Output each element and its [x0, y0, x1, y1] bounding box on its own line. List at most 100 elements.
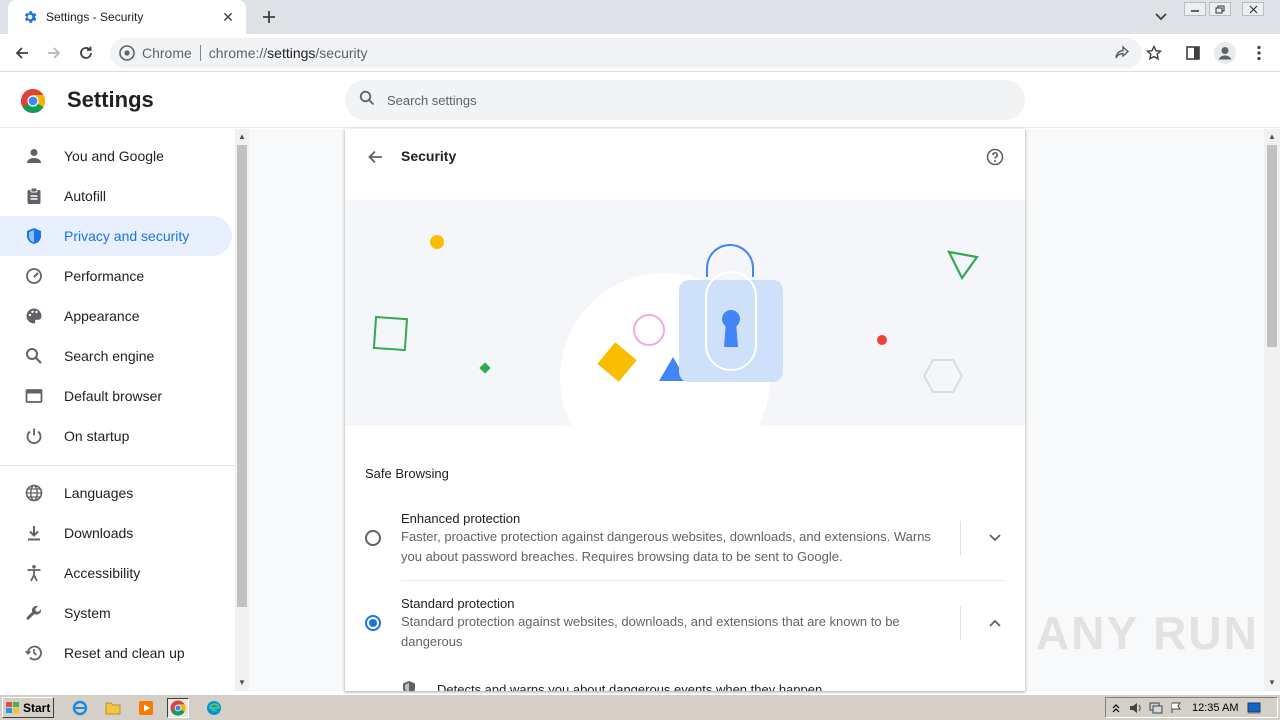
- sidebar-scrollbar[interactable]: ▲ ▼: [235, 129, 249, 691]
- sidebar-item-system[interactable]: System: [0, 593, 232, 633]
- browser-toolbar: Chrome chrome://settings/security: [0, 34, 1280, 72]
- search-input[interactable]: [387, 92, 987, 108]
- watermark: ANY RUN: [1036, 607, 1259, 659]
- tab-search-button[interactable]: [1151, 7, 1171, 27]
- tray-expand-icon[interactable]: [1106, 699, 1126, 717]
- sidebar-item-autofill[interactable]: Autofill: [0, 176, 232, 216]
- scroll-up-arrow-icon[interactable]: ▲: [1264, 131, 1280, 143]
- sidebar-item-search-engine[interactable]: Search engine: [0, 336, 232, 376]
- reload-icon: [80, 46, 92, 59]
- scroll-down-arrow-icon[interactable]: ▼: [235, 677, 249, 689]
- standard-detail-text: Detects and warns you about dangerous ev…: [437, 682, 823, 691]
- chrome-taskbar-icon[interactable]: [167, 698, 189, 718]
- help-button[interactable]: [983, 145, 1007, 169]
- main-scrollbar[interactable]: ▲ ▼: [1264, 129, 1280, 691]
- minimize-icon: [1191, 10, 1199, 12]
- forward-button[interactable]: [42, 41, 66, 65]
- network-icon[interactable]: [1146, 699, 1166, 717]
- help-icon: [986, 148, 1004, 166]
- restore-icon: [1215, 5, 1225, 13]
- arrow-right-icon: [48, 47, 61, 59]
- option-title: Standard protection: [401, 596, 515, 611]
- address-bar[interactable]: Chrome chrome://settings/security: [110, 38, 1142, 68]
- sidebar-item-reset-and-clean-up[interactable]: Reset and clean up: [0, 633, 232, 673]
- minimize-button[interactable]: [1184, 2, 1206, 16]
- sidebar-item-label: Accessibility: [64, 565, 141, 581]
- sidebar-item-label: Downloads: [64, 525, 134, 541]
- collapse-standard-button[interactable]: [983, 611, 1007, 635]
- omnibox-divider: [199, 45, 201, 61]
- search-icon: [359, 90, 375, 111]
- option-title: Enhanced protection: [401, 511, 521, 526]
- side-panel-icon: [1186, 46, 1200, 60]
- chrome-logo-icon: [20, 88, 46, 114]
- action-center-flag-icon[interactable]: [1166, 699, 1186, 717]
- origin-chip: Chrome: [142, 45, 192, 61]
- page-title: Settings: [67, 87, 154, 112]
- sidebar-item-label: You and Google: [64, 148, 164, 164]
- new-tab-button[interactable]: [258, 6, 280, 28]
- sidebar-item-privacy-and-security[interactable]: Privacy and security: [0, 216, 232, 256]
- expand-enhanced-button[interactable]: [983, 526, 1007, 550]
- sidebar-item-label: Autofill: [64, 188, 107, 204]
- sidebar-item-on-startup[interactable]: On startup: [0, 416, 232, 456]
- profile-button[interactable]: [1213, 41, 1237, 65]
- sidebar-item-languages[interactable]: Languages: [0, 473, 232, 513]
- share-button[interactable]: [1111, 42, 1133, 64]
- sidebar-item-accessibility[interactable]: Accessibility: [0, 553, 232, 593]
- windows-logo-icon: [6, 701, 20, 714]
- standard-protection-radio[interactable]: [365, 615, 381, 631]
- volume-icon[interactable]: [1126, 699, 1146, 717]
- avatar-icon: [1214, 42, 1236, 64]
- start-button[interactable]: Start: [2, 697, 54, 718]
- start-label: Start: [23, 700, 51, 715]
- sidebar-item-label: System: [64, 605, 111, 621]
- scroll-down-arrow-icon[interactable]: ▼: [1264, 677, 1280, 689]
- media-player-icon[interactable]: [135, 698, 157, 718]
- sidebar-item-downloads[interactable]: Downloads: [0, 513, 232, 553]
- enhanced-protection-radio[interactable]: [365, 530, 381, 546]
- star-icon: [1146, 45, 1162, 61]
- section-title: Security: [401, 148, 457, 164]
- download-icon: [24, 523, 44, 543]
- sidebar-item-appearance[interactable]: Appearance: [0, 296, 232, 336]
- internet-explorer-icon[interactable]: [69, 698, 91, 718]
- tab-strip: Settings - Security ✕: [0, 0, 1280, 34]
- sidebar-item-label: Reset and clean up: [64, 645, 185, 661]
- back-button[interactable]: [10, 41, 34, 65]
- restore-button[interactable]: [1209, 2, 1231, 16]
- back-arrow-button[interactable]: [363, 145, 387, 169]
- safe-browsing-heading: Safe Browsing: [365, 466, 449, 481]
- tab-close-icon[interactable]: ✕: [220, 9, 236, 25]
- sidebar-item-label: Performance: [64, 268, 145, 284]
- sidebar-scroll-thumb[interactable]: [237, 145, 247, 607]
- url-prefix: chrome://: [208, 45, 268, 61]
- file-explorer-icon[interactable]: [102, 698, 124, 718]
- menu-button[interactable]: [1247, 41, 1271, 65]
- close-window-button[interactable]: [1242, 2, 1264, 16]
- share-icon: [1115, 45, 1130, 59]
- sidebar-item-performance[interactable]: Performance: [0, 256, 232, 296]
- show-desktop-icon[interactable]: [1244, 699, 1264, 717]
- lock-illustration-icon: [372, 235, 979, 426]
- search-icon: [24, 346, 44, 366]
- side-panel-button[interactable]: [1181, 41, 1205, 65]
- sidebar-item-default-browser[interactable]: Default browser: [0, 376, 232, 416]
- settings-search[interactable]: [345, 80, 1025, 120]
- accessibility-icon: [24, 563, 44, 583]
- speedometer-icon: [24, 266, 44, 286]
- sidebar-item-you-and-google[interactable]: You and Google: [0, 136, 232, 176]
- sidebar-item-label: On startup: [64, 428, 130, 444]
- reload-button[interactable]: [74, 41, 98, 65]
- url-path: /security: [315, 45, 368, 61]
- palette-icon: [24, 306, 44, 326]
- url-text[interactable]: chrome://settings/security: [209, 45, 368, 61]
- plus-icon: [263, 11, 275, 23]
- bookmark-button[interactable]: [1142, 41, 1166, 65]
- browser-window-icon: [24, 386, 44, 406]
- browser-tab[interactable]: Settings - Security ✕: [8, 0, 246, 34]
- security-illustration: [345, 200, 1025, 426]
- scroll-up-arrow-icon[interactable]: ▲: [235, 131, 249, 143]
- edge-icon[interactable]: [203, 698, 225, 718]
- main-scroll-thumb[interactable]: [1267, 145, 1277, 347]
